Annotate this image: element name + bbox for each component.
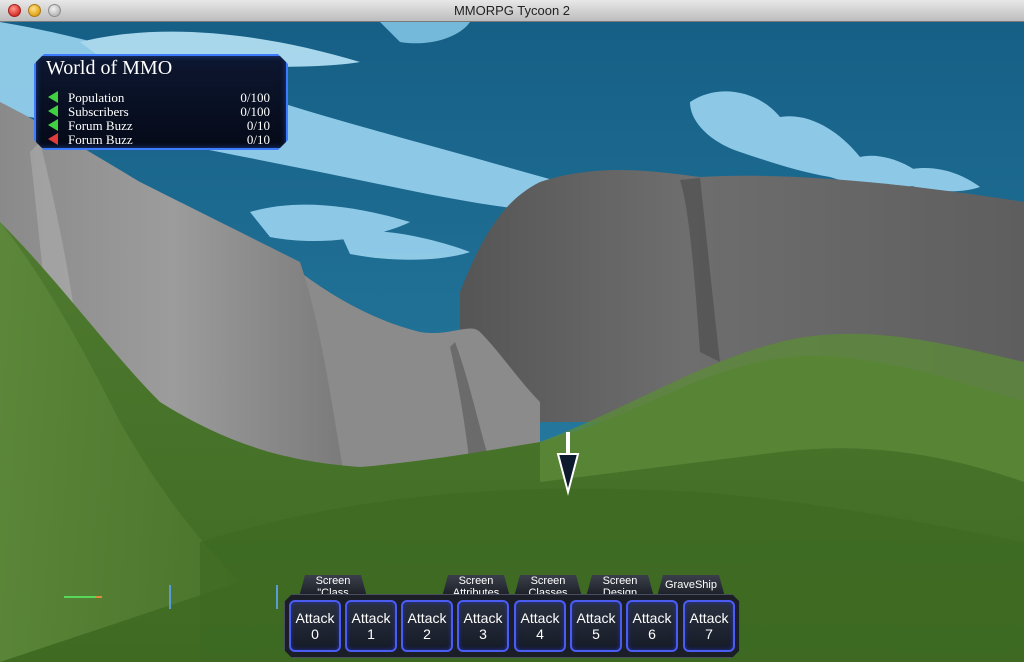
attack-2-button[interactable]: Attack 2 [401,600,453,652]
attack-3-button[interactable]: Attack 3 [457,600,509,652]
tab-screen-design[interactable]: Screen Design [586,575,654,597]
trend-down-arrow-icon [48,133,58,145]
attack-7-button[interactable]: Attack 7 [683,600,735,652]
attack-1-button[interactable]: Attack 1 [345,600,397,652]
hud-line-blue [169,585,171,609]
world-stats-panel: World of MMO Population 0/100 Subscriber… [34,54,288,150]
world-name-title: World of MMO [46,57,173,79]
tab-screen-class[interactable]: Screen "Class [299,575,367,597]
trend-up-arrow-icon [48,91,58,103]
attack-4-button[interactable]: Attack 4 [514,600,566,652]
tab-screen-attributes[interactable]: Screen Attributes [442,575,510,597]
tab-screen-classes[interactable]: Screen Classes [514,575,582,597]
stat-row-forum-buzz-negative: Forum Buzz 0/10 [48,132,270,147]
trend-up-arrow-icon [48,105,58,117]
stat-row-subscribers: Subscribers 0/100 [48,104,270,119]
attack-6-button[interactable]: Attack 6 [626,600,678,652]
trend-up-arrow-icon [48,119,58,131]
tab-graveship[interactable]: GraveShip [657,575,725,597]
window-title: MMORPG Tycoon 2 [453,3,571,18]
stat-row-population: Population 0/100 [48,90,270,105]
window-titlebar: MMORPG Tycoon 2 [0,0,1024,22]
attack-0-button[interactable]: Attack 0 [289,600,341,652]
attack-5-button[interactable]: Attack 5 [570,600,622,652]
stat-row-forum-buzz: Forum Buzz 0/10 [48,118,270,133]
